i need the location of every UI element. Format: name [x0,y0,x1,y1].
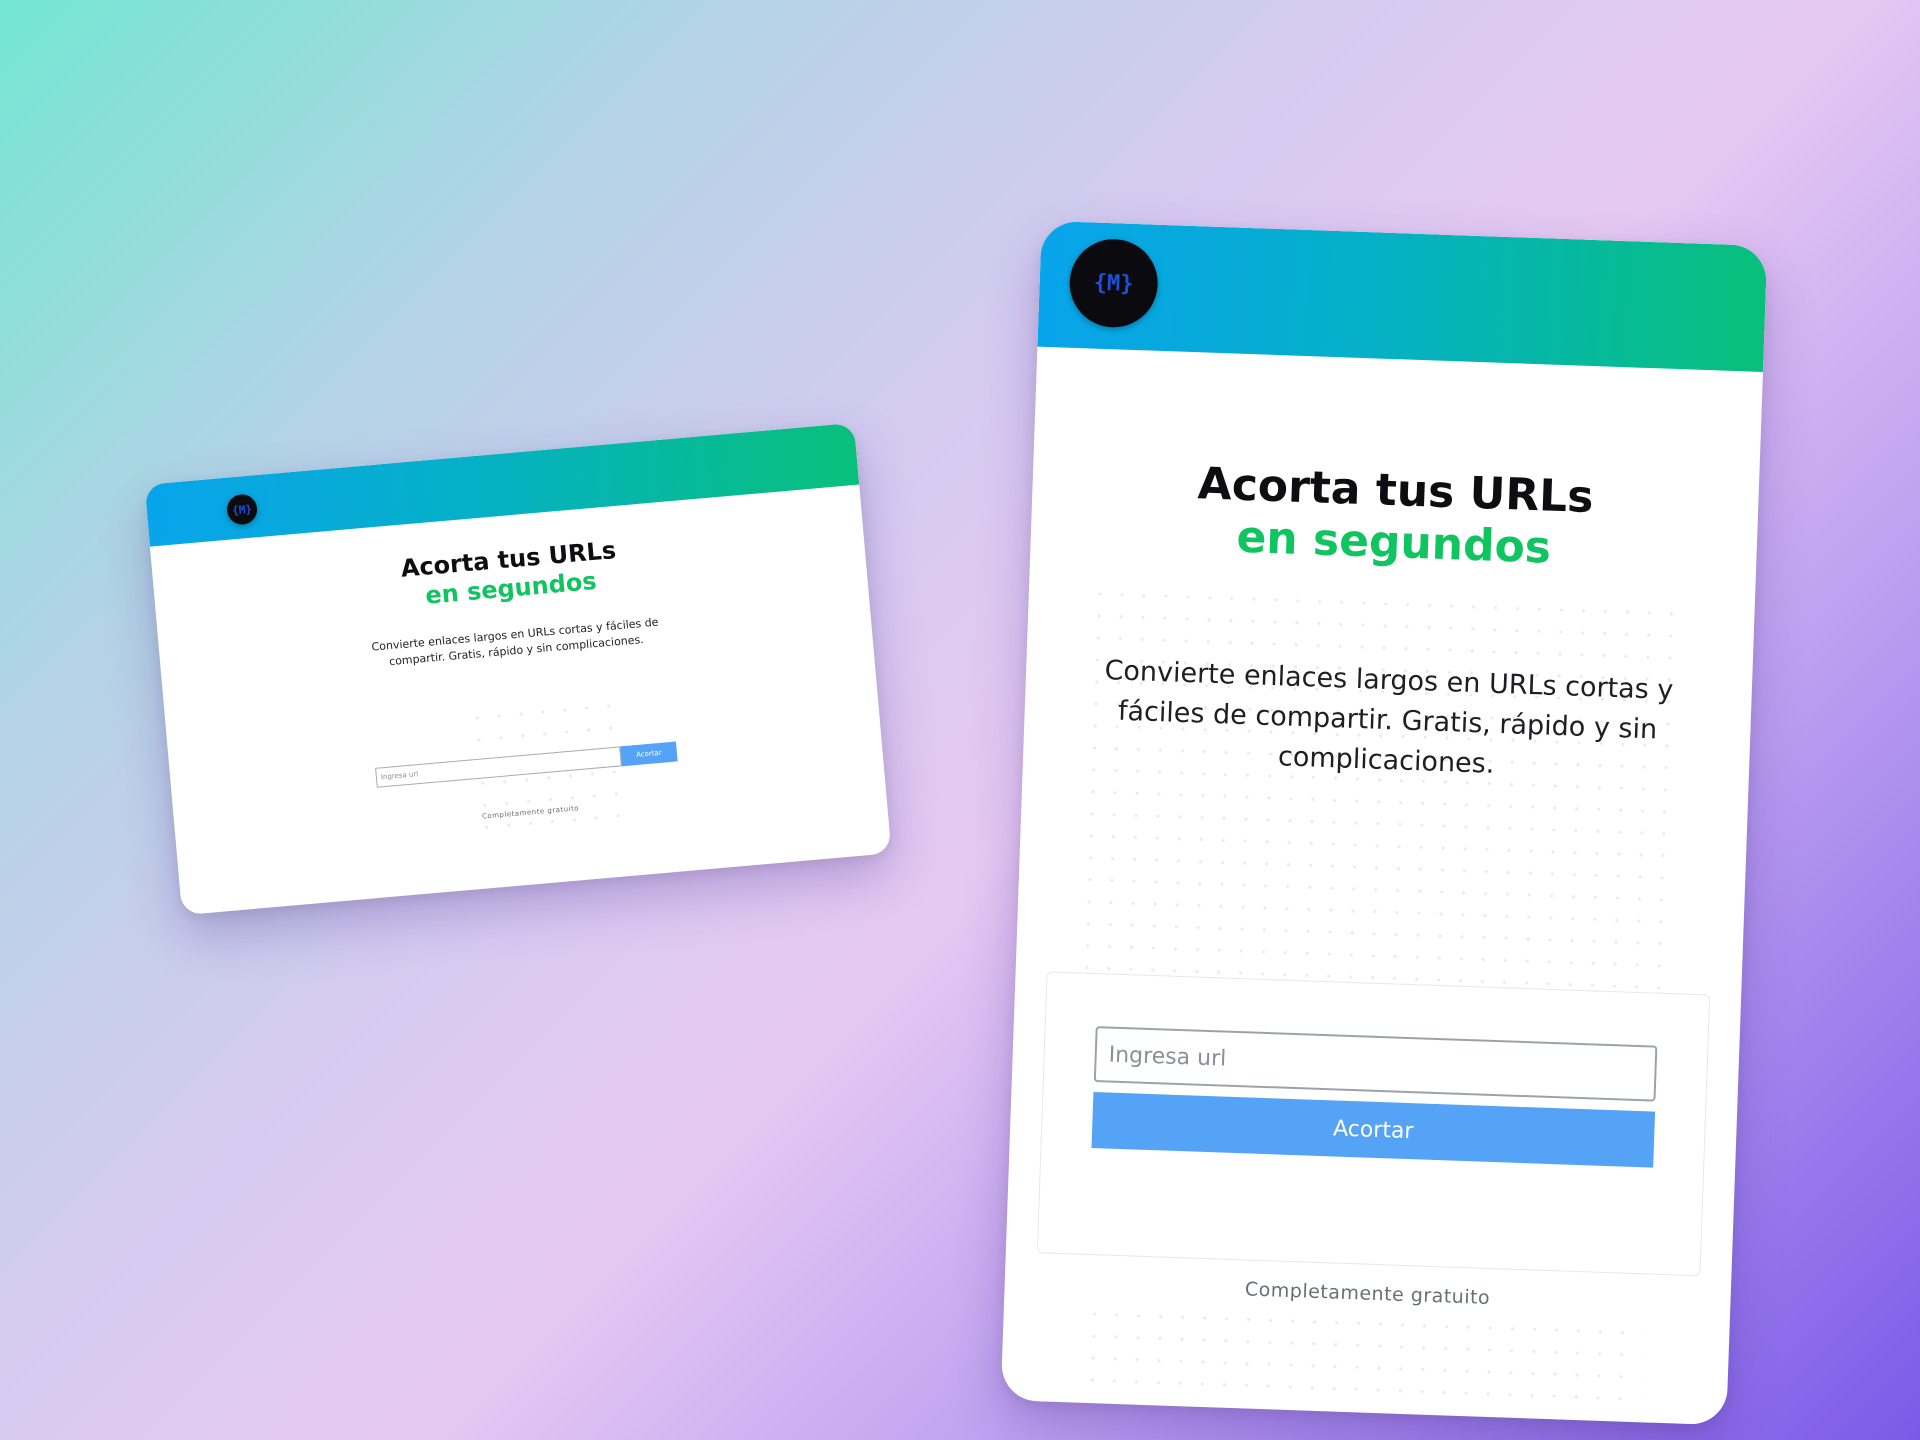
shorten-button[interactable]: Acortar [620,741,678,767]
shorten-form: Acortar [375,741,678,788]
logo-glyph: {M} [231,502,253,517]
free-note: Completamente gratuito [481,804,580,821]
url-input[interactable] [1093,1026,1658,1102]
url-input[interactable] [375,746,622,788]
desktop-preview-card: {M} Acorta tus URLs en segundos Conviert… [144,422,892,916]
dot-pattern [1080,1302,1644,1413]
shorten-button[interactable]: Acortar [1091,1092,1656,1168]
hero-description: Convierte enlaces largos en URLs cortas … [371,615,659,669]
shorten-form: Acortar [1036,971,1711,1277]
mobile-preview-card: {M} Acorta tus URLs en segundos Conviert… [1000,220,1768,1426]
hero-section: Acorta tus URLs en segundos Convierte en… [1004,453,1759,1318]
logo-glyph: {M} [1093,270,1134,297]
hero-description: Convierte enlaces largos en URLs cortas … [1104,655,1674,780]
hero-section: Acorta tus URLs en segundos Convierte en… [153,514,886,847]
